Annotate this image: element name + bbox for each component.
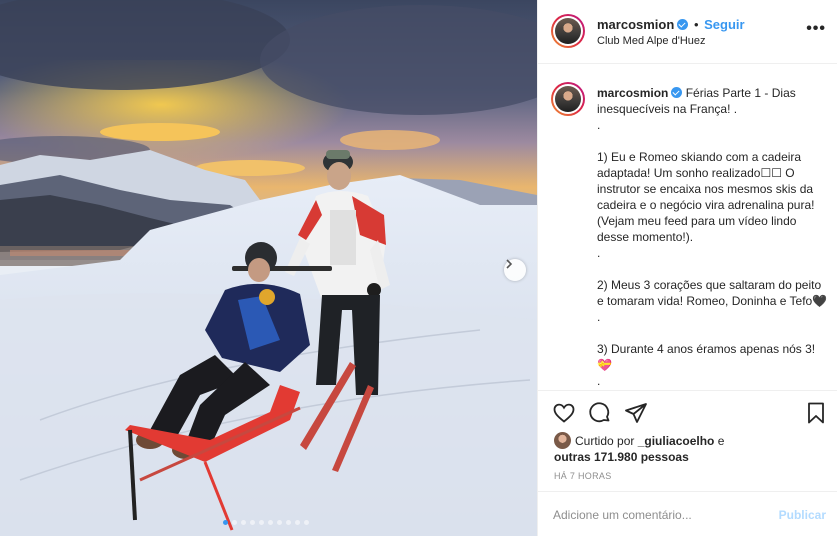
post-timestamp[interactable]: HÁ 7 HORAS <box>554 471 612 481</box>
likes-prefix: Curtido por <box>575 434 638 448</box>
post-comment-button[interactable]: Publicar <box>779 508 826 522</box>
carousel-dot <box>268 520 273 525</box>
comment-bubble-icon[interactable] <box>588 401 612 425</box>
post-header: marcosmion • Seguir Club Med Alpe d'Huez… <box>538 0 837 64</box>
separator-dot: • <box>693 17 699 32</box>
post-caption: marcosmion Férias Parte 1 - Dias inesque… <box>597 85 829 389</box>
likes-summary: Curtido por _giuliacoelho e outras 171.9… <box>554 432 824 465</box>
heart-icon[interactable] <box>552 401 576 425</box>
follow-button[interactable]: Seguir <box>704 17 744 32</box>
comments-section[interactable]: marcosmion Férias Parte 1 - Dias inesque… <box>538 64 837 390</box>
more-options-icon[interactable]: ••• <box>806 21 826 37</box>
carousel-dot <box>295 520 300 525</box>
ski-scene-image <box>0 0 537 536</box>
add-comment-bar: Publicar <box>538 491 837 536</box>
comment-input[interactable] <box>553 506 763 524</box>
carousel-dot-active <box>223 520 228 525</box>
likes-count[interactable]: outras 171.980 pessoas <box>554 450 689 464</box>
next-photo-button[interactable] <box>504 259 526 281</box>
location-link[interactable]: Club Med Alpe d'Huez <box>597 35 706 47</box>
verified-badge-icon <box>677 19 689 30</box>
carousel-dot <box>277 520 282 525</box>
author-username[interactable]: marcosmion <box>597 17 674 32</box>
carousel-dot <box>259 520 264 525</box>
carousel-dot <box>286 520 291 525</box>
carousel-dot <box>304 520 309 525</box>
liker-username[interactable]: _giuliacoelho <box>638 434 715 448</box>
carousel-dot <box>250 520 255 525</box>
paper-plane-icon[interactable] <box>624 401 648 425</box>
carousel-dot <box>241 520 246 525</box>
chevron-right-icon <box>506 259 513 269</box>
verified-badge-icon <box>671 87 683 98</box>
liker-avatar[interactable] <box>554 432 571 449</box>
caption-author-avatar[interactable] <box>551 82 585 116</box>
post-details-panel: marcosmion • Seguir Club Med Alpe d'Huez… <box>537 0 837 536</box>
post-actions: Curtido por _giuliacoelho e outras 171.9… <box>538 390 837 536</box>
author-avatar[interactable] <box>551 14 585 48</box>
caption-text: Férias Parte 1 - Dias inesquecíveis na F… <box>597 86 828 388</box>
likes-conjunction: e <box>714 434 725 448</box>
carousel-indicator <box>223 520 309 525</box>
caption-username[interactable]: marcosmion <box>597 86 668 100</box>
post-photo[interactable] <box>0 0 537 536</box>
bookmark-icon[interactable] <box>804 401 828 425</box>
carousel-dot <box>232 520 237 525</box>
